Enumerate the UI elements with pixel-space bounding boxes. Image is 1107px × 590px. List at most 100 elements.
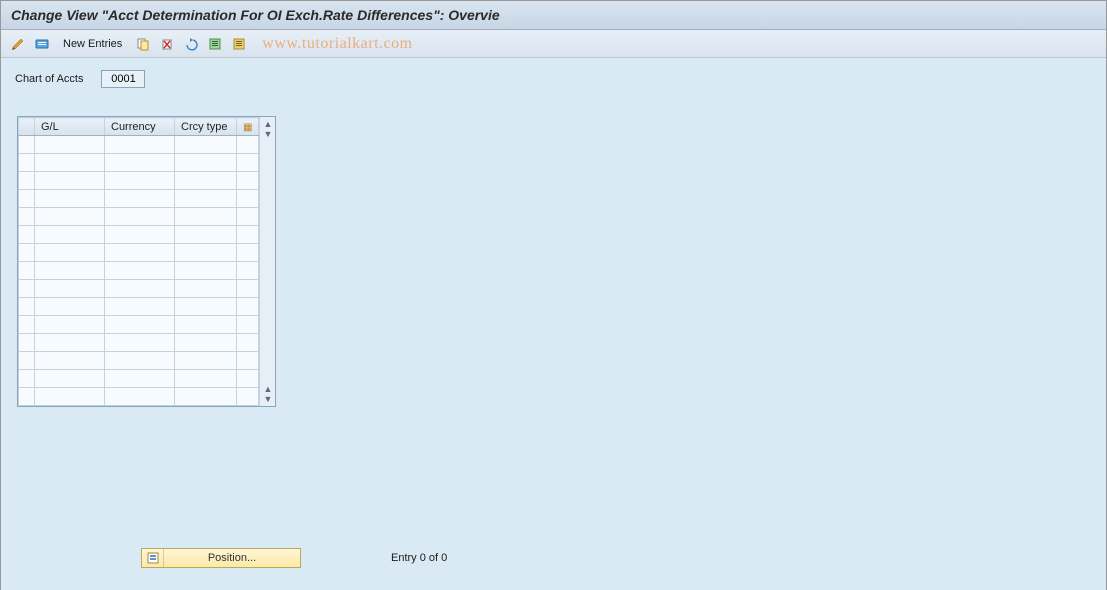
cell-currency[interactable] bbox=[105, 154, 175, 172]
cell-gl[interactable] bbox=[35, 244, 105, 262]
row-selector[interactable] bbox=[19, 316, 35, 334]
column-header-currency[interactable]: Currency bbox=[105, 118, 175, 136]
cell-padding bbox=[237, 334, 259, 352]
cell-gl[interactable] bbox=[35, 316, 105, 334]
row-selector[interactable] bbox=[19, 262, 35, 280]
cell-gl[interactable] bbox=[35, 280, 105, 298]
row-selector[interactable] bbox=[19, 280, 35, 298]
cell-gl[interactable] bbox=[35, 352, 105, 370]
table-row bbox=[19, 298, 259, 316]
table-row bbox=[19, 244, 259, 262]
cell-padding bbox=[237, 154, 259, 172]
table-row bbox=[19, 316, 259, 334]
cell-gl[interactable] bbox=[35, 208, 105, 226]
cell-currency[interactable] bbox=[105, 298, 175, 316]
column-header-gl[interactable]: G/L bbox=[35, 118, 105, 136]
cell-ctype[interactable] bbox=[175, 244, 237, 262]
row-selector[interactable] bbox=[19, 190, 35, 208]
row-selector[interactable] bbox=[19, 136, 35, 154]
cell-currency[interactable] bbox=[105, 190, 175, 208]
chart-of-accts-value[interactable]: 0001 bbox=[101, 70, 145, 88]
cell-currency[interactable] bbox=[105, 172, 175, 190]
undo-icon[interactable] bbox=[182, 35, 200, 53]
cell-currency[interactable] bbox=[105, 136, 175, 154]
cell-ctype[interactable] bbox=[175, 208, 237, 226]
row-selector[interactable] bbox=[19, 370, 35, 388]
cell-currency[interactable] bbox=[105, 334, 175, 352]
toolbar: New Entries www.tutorialkart.com bbox=[1, 30, 1106, 58]
position-button[interactable]: Position... bbox=[141, 548, 301, 568]
column-header-crcy-type[interactable]: Crcy type bbox=[175, 118, 237, 136]
cell-gl[interactable] bbox=[35, 298, 105, 316]
cell-ctype[interactable] bbox=[175, 352, 237, 370]
cell-ctype[interactable] bbox=[175, 388, 237, 406]
cell-currency[interactable] bbox=[105, 208, 175, 226]
cell-gl[interactable] bbox=[35, 388, 105, 406]
cell-currency[interactable] bbox=[105, 388, 175, 406]
cell-currency[interactable] bbox=[105, 280, 175, 298]
row-selector[interactable] bbox=[19, 334, 35, 352]
cell-ctype[interactable] bbox=[175, 154, 237, 172]
cell-currency[interactable] bbox=[105, 316, 175, 334]
entry-status-text: Entry 0 of 0 bbox=[391, 552, 447, 564]
select-view-icon[interactable] bbox=[33, 35, 51, 53]
row-selector[interactable] bbox=[19, 388, 35, 406]
cell-gl[interactable] bbox=[35, 226, 105, 244]
cell-padding bbox=[237, 172, 259, 190]
cell-ctype[interactable] bbox=[175, 172, 237, 190]
cell-gl[interactable] bbox=[35, 136, 105, 154]
cell-padding bbox=[237, 280, 259, 298]
cell-currency[interactable] bbox=[105, 226, 175, 244]
cell-ctype[interactable] bbox=[175, 190, 237, 208]
cell-padding bbox=[237, 226, 259, 244]
scroll-down-bottom-icon[interactable]: ▼ bbox=[263, 394, 272, 404]
row-selector[interactable] bbox=[19, 154, 35, 172]
cell-currency[interactable] bbox=[105, 370, 175, 388]
delete-icon[interactable] bbox=[158, 35, 176, 53]
vertical-scrollbar[interactable]: ▲ ▼ ▲ ▼ bbox=[259, 117, 275, 406]
cell-gl[interactable] bbox=[35, 190, 105, 208]
scroll-up-bottom-icon[interactable]: ▲ bbox=[263, 384, 272, 394]
copy-icon[interactable] bbox=[134, 35, 152, 53]
cell-currency[interactable] bbox=[105, 352, 175, 370]
configure-columns-button[interactable]: ▦ bbox=[237, 118, 259, 136]
cell-ctype[interactable] bbox=[175, 298, 237, 316]
cell-currency[interactable] bbox=[105, 262, 175, 280]
cell-gl[interactable] bbox=[35, 172, 105, 190]
cell-ctype[interactable] bbox=[175, 316, 237, 334]
cell-ctype[interactable] bbox=[175, 262, 237, 280]
cell-ctype[interactable] bbox=[175, 226, 237, 244]
cell-gl[interactable] bbox=[35, 154, 105, 172]
cell-ctype[interactable] bbox=[175, 370, 237, 388]
cell-gl[interactable] bbox=[35, 262, 105, 280]
toggle-display-change-icon[interactable] bbox=[9, 35, 27, 53]
row-selector[interactable] bbox=[19, 298, 35, 316]
select-all-icon[interactable] bbox=[206, 35, 224, 53]
row-selector[interactable] bbox=[19, 208, 35, 226]
cell-currency[interactable] bbox=[105, 244, 175, 262]
row-selector[interactable] bbox=[19, 352, 35, 370]
cell-padding bbox=[237, 370, 259, 388]
cell-gl[interactable] bbox=[35, 370, 105, 388]
select-all-rows-header[interactable] bbox=[19, 118, 35, 136]
cell-ctype[interactable] bbox=[175, 334, 237, 352]
cell-gl[interactable] bbox=[35, 334, 105, 352]
row-selector[interactable] bbox=[19, 172, 35, 190]
cell-ctype[interactable] bbox=[175, 136, 237, 154]
cell-padding bbox=[237, 388, 259, 406]
table-row bbox=[19, 262, 259, 280]
row-selector[interactable] bbox=[19, 226, 35, 244]
table-row bbox=[19, 154, 259, 172]
cell-padding bbox=[237, 208, 259, 226]
cell-padding bbox=[237, 262, 259, 280]
cell-padding bbox=[237, 352, 259, 370]
scroll-up-icon[interactable]: ▲ bbox=[263, 119, 272, 129]
table-row bbox=[19, 136, 259, 154]
watermark-text: www.tutorialkart.com bbox=[262, 35, 412, 53]
cell-ctype[interactable] bbox=[175, 280, 237, 298]
scroll-down-icon[interactable]: ▼ bbox=[263, 129, 272, 139]
cell-padding bbox=[237, 190, 259, 208]
row-selector[interactable] bbox=[19, 244, 35, 262]
new-entries-button[interactable]: New Entries bbox=[57, 36, 128, 52]
deselect-all-icon[interactable] bbox=[230, 35, 248, 53]
